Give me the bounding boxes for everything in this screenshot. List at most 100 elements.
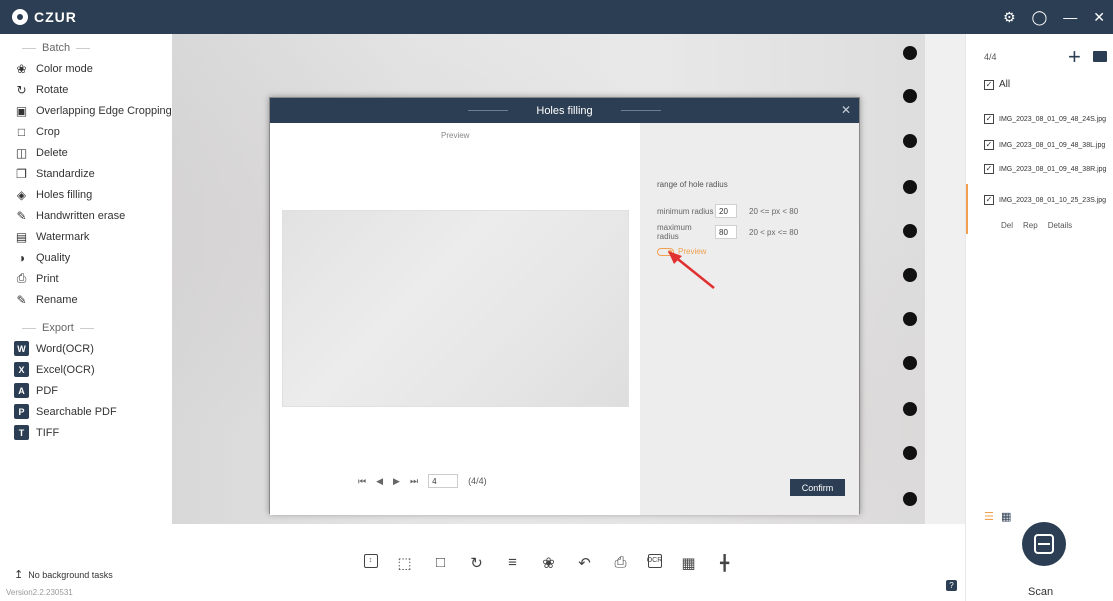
color-tool-icon[interactable]: ❀ bbox=[540, 554, 558, 572]
file-actions: Del Rep Details bbox=[1001, 221, 1072, 230]
qr-code-icon[interactable]: ▦ bbox=[680, 554, 698, 572]
folder-icon[interactable] bbox=[1093, 51, 1107, 62]
window-controls: ⚙ ◯ — ✕ bbox=[1003, 0, 1105, 34]
checkbox-icon[interactable]: ✓ bbox=[984, 140, 994, 150]
confirm-button[interactable]: Confirm bbox=[790, 479, 845, 496]
delete-link[interactable]: Del bbox=[1001, 221, 1013, 230]
preview-title: Preview bbox=[441, 131, 470, 140]
max-radius-label: maximum radius bbox=[657, 223, 692, 241]
logo-text: CZUR bbox=[34, 9, 77, 25]
page-total: (4/4) bbox=[468, 476, 487, 486]
color-mode-icon: ❀ bbox=[16, 61, 27, 76]
adjust-icon[interactable]: ≡ bbox=[504, 554, 522, 572]
file-panel: 4/4 + ✓ All ✓ IMG_2023_08_01_09_48_24S.j… bbox=[965, 34, 1113, 601]
rotate-icon: ↻ bbox=[16, 82, 27, 97]
file-count: 4/4 bbox=[984, 52, 997, 62]
list-view-icon[interactable]: ☰ bbox=[984, 512, 995, 523]
file-item[interactable]: ✓ IMG_2023_08_01_10_25_23S.jpg bbox=[984, 195, 1106, 205]
help-icon[interactable]: ? bbox=[946, 580, 957, 591]
tiff-icon: T bbox=[14, 425, 29, 440]
background-tasks: ↥ No background tasks bbox=[14, 569, 113, 581]
scan-icon bbox=[1034, 534, 1054, 554]
add-icon[interactable]: + bbox=[1068, 44, 1081, 70]
range-label: range of hole radius bbox=[657, 180, 728, 189]
sidebar-item-rotate[interactable]: ↻ Rotate bbox=[0, 79, 172, 100]
sidebar-item-word-ocr[interactable]: W Word(OCR) bbox=[0, 338, 172, 359]
preview-pane: Preview ⏮ ◀ ▶ ⏭ (4/4) bbox=[270, 123, 640, 515]
rename-icon: ✎ bbox=[16, 292, 27, 307]
next-page-icon[interactable]: ▶ bbox=[393, 476, 400, 487]
standardize-icon: ❐ bbox=[16, 166, 27, 181]
sidebar-item-color-mode[interactable]: ❀ Color mode bbox=[0, 58, 172, 79]
sidebar-item-delete[interactable]: ◫ Delete bbox=[0, 142, 172, 163]
checkbox-icon: ✓ bbox=[984, 79, 994, 90]
help-icon[interactable]: ◯ bbox=[1032, 9, 1048, 26]
punch-hole bbox=[903, 402, 917, 416]
title-bar: CZUR ⚙ ◯ — ✕ bbox=[0, 0, 1113, 34]
sidebar-item-quality[interactable]: ◑ Quality bbox=[0, 247, 172, 268]
file-item[interactable]: ✓ IMG_2023_08_01_09_48_38R.jpg bbox=[984, 164, 1106, 174]
sidebar-item-crop[interactable]: □ Crop bbox=[0, 121, 172, 142]
punch-hole bbox=[903, 446, 917, 460]
close-icon[interactable]: ✕ bbox=[1093, 9, 1105, 26]
minimize-icon[interactable]: — bbox=[1063, 9, 1077, 25]
rotate-tool-icon[interactable]: ↻ bbox=[468, 554, 486, 572]
scan-button[interactable] bbox=[1022, 522, 1066, 566]
checkbox-icon[interactable]: ✓ bbox=[984, 114, 994, 124]
delete-icon: ◫ bbox=[15, 145, 28, 160]
max-radius-input[interactable] bbox=[715, 225, 737, 239]
sidebar-item-print[interactable]: ⎙ Print bbox=[0, 268, 172, 289]
punch-hole bbox=[903, 268, 917, 282]
ocr-icon[interactable]: OCR bbox=[647, 553, 662, 568]
punch-hole bbox=[903, 312, 917, 326]
replace-link[interactable]: Rep bbox=[1023, 221, 1038, 230]
punch-hole bbox=[903, 224, 917, 238]
preview-image bbox=[282, 210, 629, 407]
app-logo: CZUR bbox=[12, 9, 77, 25]
undo-icon[interactable]: ↶ bbox=[576, 554, 594, 572]
searchable-pdf-icon: P bbox=[14, 404, 29, 419]
sidebar-item-watermark[interactable]: ▤ Watermark bbox=[0, 226, 172, 247]
settings-icon[interactable]: ⚙ bbox=[1003, 9, 1016, 26]
close-icon[interactable]: ✕ bbox=[841, 103, 851, 117]
checkbox-icon[interactable]: ✓ bbox=[984, 195, 994, 205]
max-radius-row: maximum radius 20 < px <= 80 bbox=[657, 223, 798, 241]
crop-tool-icon[interactable]: □ bbox=[432, 554, 450, 572]
pager: ⏮ ◀ ▶ ⏭ (4/4) bbox=[358, 474, 487, 488]
file-item[interactable]: ✓ IMG_2023_08_01_09_48_38L.jpg bbox=[984, 140, 1105, 150]
prev-page-icon[interactable]: ◀ bbox=[376, 476, 383, 487]
grid-view-icon[interactable]: ▦ bbox=[1001, 512, 1012, 523]
details-link[interactable]: Details bbox=[1048, 221, 1072, 230]
file-item[interactable]: ✓ IMG_2023_08_01_09_48_24S.jpg bbox=[984, 114, 1106, 124]
checkbox-icon[interactable]: ✓ bbox=[984, 164, 994, 174]
sidebar: Batch ❀ Color mode ↻ Rotate ▣ Overlapping E… bbox=[0, 34, 172, 601]
annotation-arrow-icon bbox=[668, 251, 715, 289]
punch-hole bbox=[903, 89, 917, 103]
sidebar-item-pdf[interactable]: A PDF bbox=[0, 380, 172, 401]
last-page-icon[interactable]: ⏭ bbox=[410, 476, 418, 487]
sidebar-item-tiff[interactable]: T TIFF bbox=[0, 422, 172, 443]
sidebar-item-standardize[interactable]: ❐ Standardize bbox=[0, 163, 172, 184]
page-input[interactable] bbox=[428, 474, 459, 488]
quality-icon: ◑ bbox=[17, 250, 26, 265]
first-page-icon[interactable]: ⏮ bbox=[358, 476, 366, 487]
holes-filling-dialog: Holes filling ✕ Preview ⏮ ◀ ▶ ⏭ (4/4) ra… bbox=[269, 97, 860, 515]
sidebar-item-handwritten-erase[interactable]: ✎ Handwritten erase bbox=[0, 205, 172, 226]
sidebar-item-excel-ocr[interactable]: X Excel(OCR) bbox=[0, 359, 172, 380]
select-area-icon[interactable]: ⬚ bbox=[396, 554, 414, 572]
scan-label: Scan bbox=[1028, 586, 1054, 598]
min-radius-range: 20 <= px < 80 bbox=[749, 206, 799, 216]
sidebar-item-holes-filling[interactable]: ◈ Holes filling bbox=[0, 184, 172, 205]
min-radius-row: minimum radius 20 <= px < 80 bbox=[657, 204, 798, 218]
sidebar-item-searchable-pdf[interactable]: P Searchable PDF bbox=[0, 401, 172, 422]
punch-hole bbox=[903, 356, 917, 370]
fit-icon[interactable]: ↕ bbox=[363, 553, 378, 568]
dialog-title-bar: Holes filling ✕ bbox=[270, 98, 859, 123]
select-all-checkbox[interactable]: ✓ All bbox=[984, 79, 1010, 90]
print-tool-icon[interactable]: ⎙ bbox=[612, 554, 630, 572]
sidebar-item-overlapping-edge-cropping[interactable]: ▣ Overlapping Edge Cropping bbox=[0, 100, 172, 121]
center-split-icon[interactable]: ╋ bbox=[716, 554, 734, 572]
dialog-title: Holes filling bbox=[536, 104, 593, 117]
min-radius-input[interactable] bbox=[715, 204, 737, 218]
sidebar-item-rename[interactable]: ✎ Rename bbox=[0, 289, 172, 310]
